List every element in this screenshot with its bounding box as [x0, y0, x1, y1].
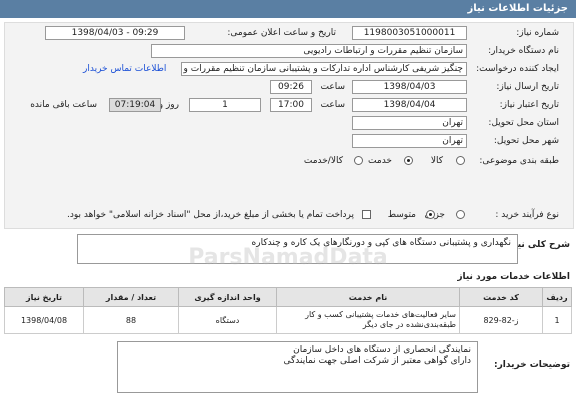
province-label: استان محل تحویل:: [488, 118, 559, 128]
send-date-field[interactable]: 1398/04/03: [352, 80, 467, 94]
send-time-label: ساعت: [320, 82, 346, 92]
category-goods-label: کالا: [430, 156, 443, 166]
treasury-payment-note: پرداخت تمام یا بخشی از مبلغ خرید،از محل …: [66, 210, 354, 220]
deadline-date-field[interactable]: 1398/04/04: [352, 98, 467, 112]
buyer-notes-line-1: نمایندگی انحصاری از دستگاه های داخل سازم…: [293, 345, 471, 355]
days-label: روز و: [158, 100, 179, 110]
process-medium-label: متوسط: [387, 210, 416, 220]
need-details-form: شماره نیاز: 1198003051000011 تاریخ و ساع…: [4, 22, 574, 229]
col-service-name: نام خدمت: [276, 287, 460, 307]
process-label: نوع فرآیند خرید :: [495, 210, 559, 220]
buyer-notes-line-2: دارای گواهی معتبر از شرکت اصلی جهت نماین…: [283, 356, 472, 366]
buyer-field[interactable]: سازمان تنظیم مقررات و ارتباطات رادیویی: [151, 44, 467, 58]
province-field[interactable]: تهران: [352, 116, 467, 130]
cell-unit: دستگاه: [178, 306, 277, 334]
deadline-label: تاریخ اعتبار نیاز:: [499, 100, 559, 110]
category-both-radio[interactable]: [354, 156, 363, 165]
cell-service-code: ز-82-829: [459, 306, 543, 334]
deadline-time-label: ساعت: [320, 100, 346, 110]
col-need-date: تاریخ نیاز: [4, 287, 84, 307]
process-medium-radio[interactable]: [426, 210, 435, 219]
category-label: طبقه بندی موضوعی:: [479, 156, 559, 166]
treasury-payment-checkbox[interactable]: [362, 210, 371, 219]
col-unit: واحد اندازه گیری: [178, 287, 277, 307]
city-field[interactable]: تهران: [352, 134, 467, 148]
buyer-notes-label: توضیحات خریدار:: [494, 360, 570, 370]
services-header-row: ردیف کد خدمت نام خدمت واحد اندازه گیری ت…: [4, 287, 572, 307]
services-table: ردیف کد خدمت نام خدمت واحد اندازه گیری ت…: [4, 287, 572, 334]
category-both-label: کالا/خدمت: [303, 156, 343, 166]
process-minor-radio[interactable]: [456, 210, 465, 219]
need-number-label: شماره نیاز:: [516, 28, 559, 38]
need-number-field[interactable]: 1198003051000011: [352, 26, 467, 40]
category-service-label: خدمت: [368, 156, 392, 166]
deadline-time-field[interactable]: 17:00: [270, 98, 312, 112]
send-time-field[interactable]: 09:26: [270, 80, 312, 94]
page-header: جزئیات اطلاعات نیاز: [0, 0, 576, 18]
services-title: اطلاعات خدمات مورد نیاز: [457, 272, 570, 282]
cell-quantity: 88: [83, 306, 179, 334]
remaining-time-field[interactable]: 07:19:04: [109, 98, 161, 112]
col-quantity: تعداد / مقدار: [83, 287, 179, 307]
creator-field[interactable]: چنگیز شریفی کارشناس اداره تدارکات و پشتی…: [181, 62, 467, 76]
buyer-contact-link[interactable]: اطلاعات تماس خریدار: [83, 64, 166, 74]
col-service-code: کد خدمت: [459, 287, 543, 307]
category-goods-radio[interactable]: [456, 156, 465, 165]
remaining-label: ساعت باقی مانده: [30, 100, 97, 110]
announce-label: تاریخ و ساعت اعلان عمومی:: [227, 28, 336, 38]
city-label: شهر محل تحویل:: [493, 136, 559, 146]
table-row: 1 ز-82-829 سایر فعالیت‌های خدمات پشتیبان…: [4, 306, 572, 334]
category-service-radio[interactable]: [404, 156, 413, 165]
announce-datetime-field[interactable]: 1398/04/03 - 09:29: [45, 26, 185, 40]
summary-text: نگهداری و پشتیبانی دستگاه های کپی و دورن…: [251, 238, 511, 248]
buyer-notes-box: نمایندگی انحصاری از دستگاه های داخل سازم…: [117, 341, 478, 393]
buyer-label: نام دستگاه خریدار:: [488, 46, 559, 56]
days-field[interactable]: 1: [189, 98, 261, 112]
summary-box: نگهداری و پشتیبانی دستگاه های کپی و دورن…: [77, 234, 518, 264]
cell-row: 1: [542, 306, 572, 334]
creator-label: ایجاد کننده درخواست:: [476, 64, 559, 74]
send-date-label: تاریخ ارسال نیاز:: [496, 82, 559, 92]
cell-service-name: سایر فعالیت‌های خدمات پشتیبانی کسب و کار…: [276, 306, 460, 334]
cell-need-date: 1398/04/08: [4, 306, 84, 334]
col-row: ردیف: [542, 287, 572, 307]
